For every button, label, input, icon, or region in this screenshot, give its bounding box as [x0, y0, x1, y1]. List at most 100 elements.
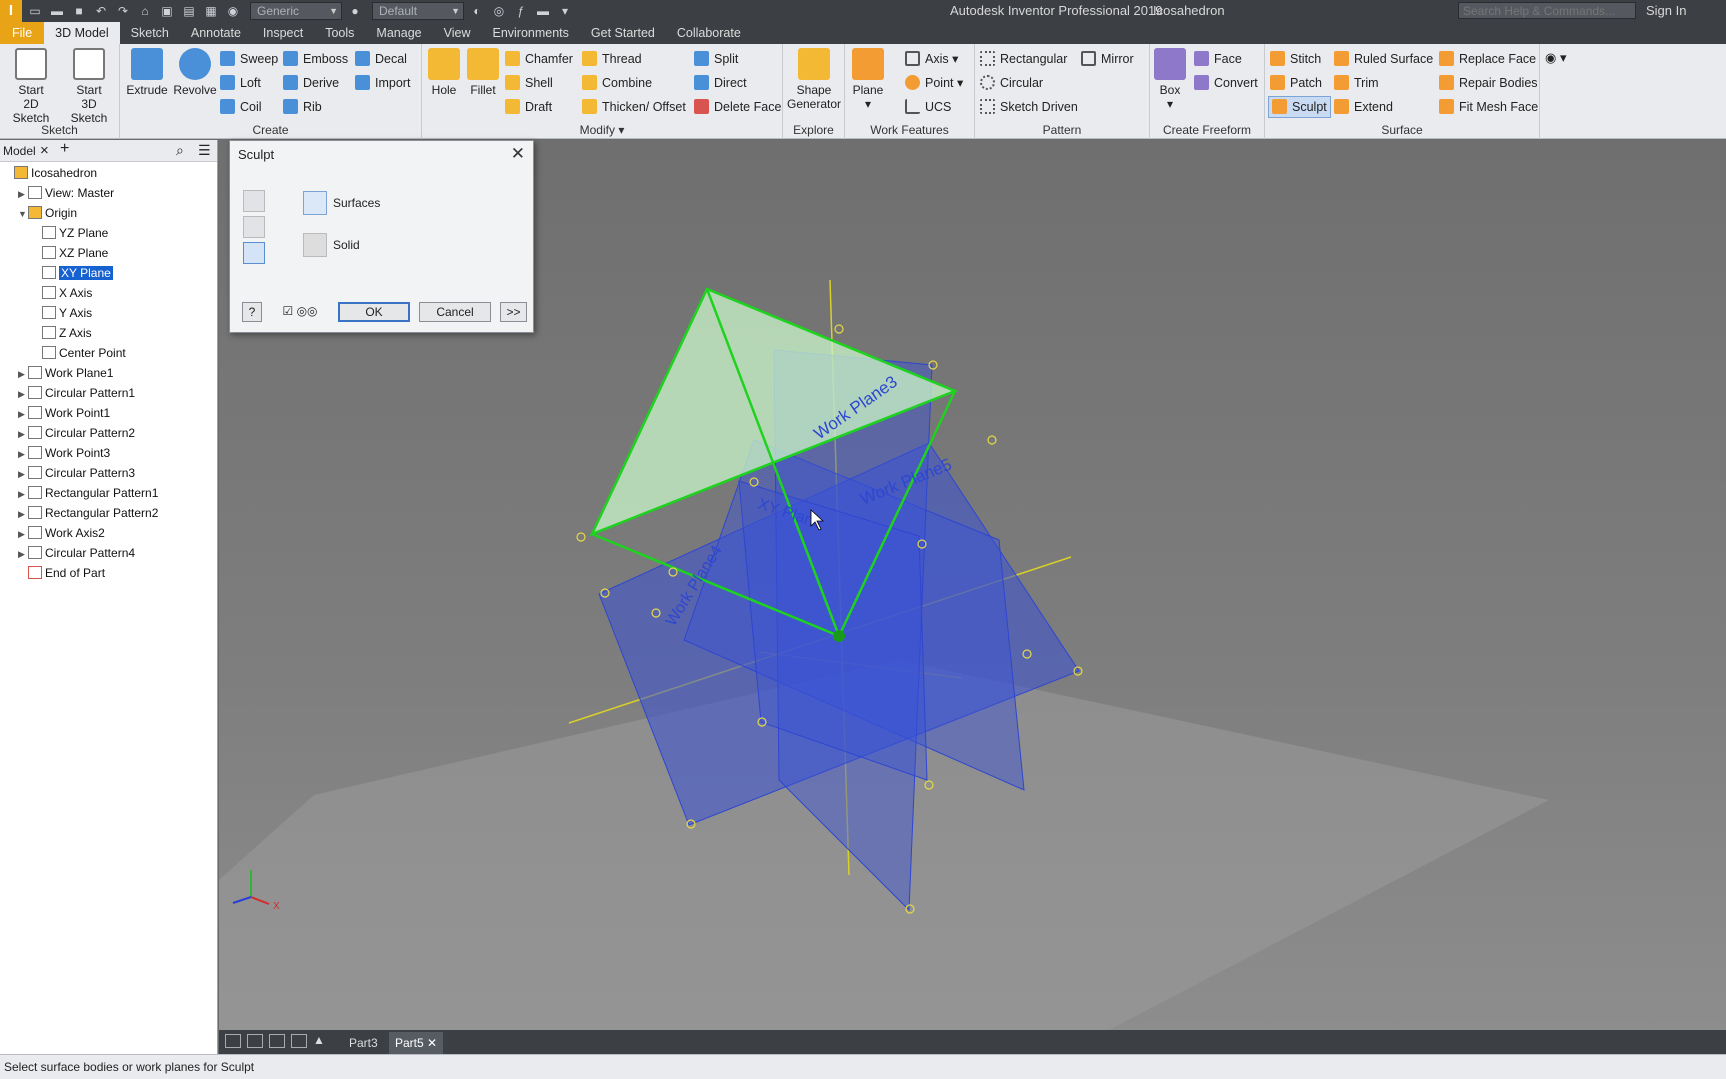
- tab-environments[interactable]: Environments: [481, 22, 579, 44]
- select-icon[interactable]: ▦: [202, 3, 220, 19]
- fit-mesh-face-button[interactable]: Fit Mesh Face: [1439, 96, 1538, 118]
- search-icon[interactable]: ⌕: [176, 142, 184, 159]
- menu-icon[interactable]: ☰: [198, 142, 211, 159]
- expand-icon[interactable]: ▶: [18, 525, 28, 543]
- close-icon[interactable]: ✕: [511, 144, 525, 164]
- tree-node[interactable]: ▶ Work Point1: [18, 404, 110, 422]
- extend-button[interactable]: Extend: [1334, 96, 1393, 118]
- expand-icon[interactable]: ▶: [18, 405, 28, 423]
- tab-manage[interactable]: Manage: [365, 22, 432, 44]
- close-icon[interactable]: ✕: [427, 1036, 437, 1050]
- expand-icon[interactable]: ▶: [18, 385, 28, 403]
- tab-sketch[interactable]: Sketch: [120, 22, 180, 44]
- hole-button[interactable]: Hole: [426, 48, 462, 97]
- customize-icon[interactable]: ▾: [556, 3, 574, 19]
- import-button[interactable]: Import: [355, 72, 410, 94]
- tile-vertical-icon[interactable]: [291, 1034, 307, 1048]
- patch-button[interactable]: Patch: [1270, 72, 1322, 94]
- tab-annotate[interactable]: Annotate: [180, 22, 252, 44]
- expand-icon[interactable]: ▶: [18, 425, 28, 443]
- home-icon[interactable]: ⌂: [136, 3, 154, 19]
- group-label-modify[interactable]: Modify ▾: [422, 123, 782, 137]
- measure-icon[interactable]: ◉: [224, 3, 242, 19]
- app-menu-button[interactable]: I: [0, 0, 22, 22]
- expand-icon[interactable]: ▶: [18, 185, 28, 203]
- new-icon[interactable]: ▭: [26, 3, 44, 19]
- start-3d-sketch-button[interactable]: Start 3D Sketch: [62, 48, 116, 125]
- collapse-icon[interactable]: ▼: [18, 205, 28, 223]
- thicken-offset-button[interactable]: Thicken/ Offset: [582, 96, 686, 118]
- sweep-button[interactable]: Sweep: [220, 48, 278, 70]
- replace-face-button[interactable]: Replace Face: [1439, 48, 1536, 70]
- output-solid-option[interactable]: Solid: [303, 233, 360, 257]
- coil-button[interactable]: Coil: [220, 96, 262, 118]
- browser-tab-model[interactable]: Model: [3, 144, 36, 158]
- tree-node[interactable]: ▶ Work Axis2: [18, 524, 105, 542]
- surfaces-select-button[interactable]: [243, 242, 265, 264]
- tile-icon[interactable]: [247, 1034, 263, 1048]
- exclude-button[interactable]: [243, 216, 265, 238]
- arrange-up-icon[interactable]: ▲: [313, 1033, 325, 1047]
- tab-inspect[interactable]: Inspect: [252, 22, 314, 44]
- fx-icon[interactable]: ƒ: [512, 3, 530, 19]
- derive-button[interactable]: Derive: [283, 72, 339, 94]
- draft-button[interactable]: Draft: [505, 96, 552, 118]
- tree-node[interactable]: ▶ Rectangular Pattern2: [18, 504, 158, 522]
- close-icon[interactable]: ×: [40, 142, 49, 159]
- tree-node[interactable]: XY Plane: [32, 264, 113, 282]
- face-button[interactable]: Face: [1194, 48, 1242, 70]
- tab-collaborate[interactable]: Collaborate: [666, 22, 752, 44]
- ucs-button[interactable]: UCS: [905, 96, 951, 118]
- material-select[interactable]: Generic ▼: [250, 2, 342, 20]
- axis-button[interactable]: Axis ▾: [905, 48, 958, 70]
- expand-icon[interactable]: ▶: [18, 465, 28, 483]
- sketch-driven-button[interactable]: Sketch Driven: [980, 96, 1078, 118]
- more-options-button[interactable]: >>: [500, 302, 527, 322]
- tree-node[interactable]: Z Axis: [32, 324, 92, 342]
- loft-button[interactable]: Loft: [220, 72, 261, 94]
- tree-node[interactable]: End of Part: [18, 564, 105, 582]
- ok-button[interactable]: OK: [338, 302, 410, 322]
- appearance-select[interactable]: Default ▼: [372, 2, 464, 20]
- open-icon[interactable]: ▬: [48, 3, 66, 19]
- combine-button[interactable]: Combine: [582, 72, 652, 94]
- circular-pattern-button[interactable]: Circular: [980, 72, 1043, 94]
- rectangular-pattern-button[interactable]: Rectangular: [980, 48, 1067, 70]
- cancel-button[interactable]: Cancel: [419, 302, 491, 322]
- cascade-icon[interactable]: [225, 1034, 241, 1048]
- revolve-button[interactable]: Revolve: [171, 48, 219, 97]
- tile-horizontal-icon[interactable]: [269, 1034, 285, 1048]
- expand-icon[interactable]: ▶: [18, 445, 28, 463]
- trim-button[interactable]: Trim: [1334, 72, 1379, 94]
- repair-bodies-button[interactable]: Repair Bodies: [1439, 72, 1538, 94]
- sculpt-button[interactable]: Sculpt: [1268, 96, 1331, 118]
- expand-icon[interactable]: ▶: [18, 485, 28, 503]
- redo-icon[interactable]: ↷: [114, 3, 132, 19]
- tree-node[interactable]: ▶ Work Plane1: [18, 364, 113, 382]
- include-button[interactable]: [243, 190, 265, 212]
- tree-node[interactable]: ▶ Circular Pattern1: [18, 384, 135, 402]
- adjust-icon[interactable]: ◐: [468, 3, 486, 19]
- decal-button[interactable]: Decal: [355, 48, 407, 70]
- undo-icon[interactable]: ↶: [92, 3, 110, 19]
- thread-button[interactable]: Thread: [582, 48, 642, 70]
- expand-icon[interactable]: ▶: [18, 505, 28, 523]
- chamfer-button[interactable]: Chamfer: [505, 48, 573, 70]
- ribbon-extra-dropdown[interactable]: ◉ ▾: [1545, 50, 1567, 66]
- color-bar-icon[interactable]: ▬: [534, 3, 552, 19]
- extrude-button[interactable]: Extrude: [125, 48, 169, 97]
- tree-node[interactable]: YZ Plane: [32, 224, 108, 242]
- box-button[interactable]: Box ▾: [1152, 48, 1188, 111]
- tree-node[interactable]: ▶ Circular Pattern2: [18, 424, 135, 442]
- shell-button[interactable]: Shell: [505, 72, 553, 94]
- output-surfaces-option[interactable]: Surfaces: [303, 191, 380, 215]
- expand-icon[interactable]: ▶: [18, 365, 28, 383]
- tree-node[interactable]: X Axis: [32, 284, 92, 302]
- rib-button[interactable]: Rib: [283, 96, 322, 118]
- sign-in-link[interactable]: Sign In: [1646, 3, 1686, 18]
- shape-generator-button[interactable]: Shape Generator: [787, 48, 841, 111]
- stitch-button[interactable]: Stitch: [1270, 48, 1321, 70]
- tree-node[interactable]: ▶ Circular Pattern4: [18, 544, 135, 562]
- point-button[interactable]: Point ▾: [905, 72, 963, 94]
- tree-node[interactable]: Icosahedron: [4, 164, 97, 182]
